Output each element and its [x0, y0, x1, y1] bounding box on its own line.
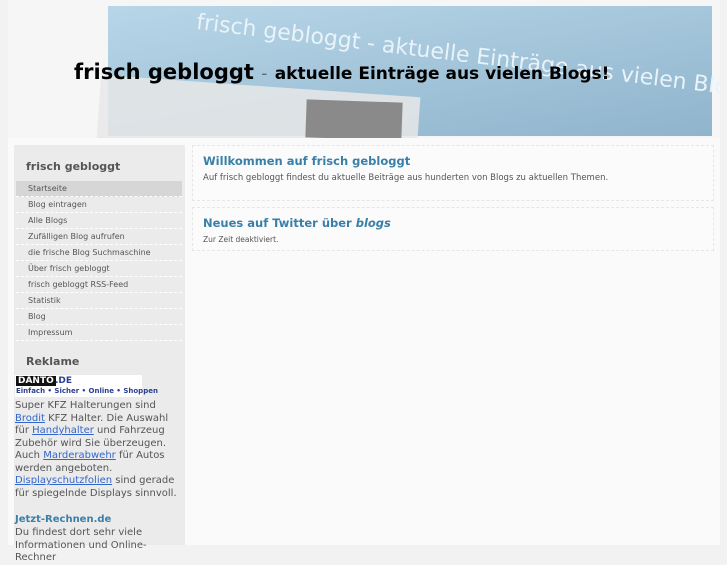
menu-item-blog[interactable]: Blog	[16, 309, 182, 325]
ad-block: DANTO .DE Einfach • Sicher • Online • Sh…	[15, 375, 183, 565]
link-brodit[interactable]: Brodit	[15, 413, 45, 424]
menu-item-startseite[interactable]: Startseite	[16, 181, 182, 197]
welcome-text: Auf frisch gebloggt findest du aktuelle …	[203, 173, 609, 183]
danto-logo[interactable]: DANTO .DE Einfach • Sicher • Online • Sh…	[15, 375, 158, 397]
logo-tld: .DE	[55, 376, 73, 386]
menu-item-ueber[interactable]: Über frisch gebloggt	[16, 261, 182, 277]
ad-heading: Reklame	[26, 355, 80, 368]
ad-text-1: Super KFZ Halterungen sind	[15, 400, 156, 411]
twitter-title: Neues auf Twitter über blogs	[203, 216, 391, 230]
link-displayschutzfolien[interactable]: Displayschutzfolien	[15, 475, 112, 486]
link-handyhalter[interactable]: Handyhalter	[32, 425, 94, 436]
sidebar: frisch gebloggt Startseite Blog eintrage…	[14, 145, 185, 563]
ad-text: Super KFZ Halterungen sind Brodit KFZ Ha…	[15, 400, 183, 500]
logo-tagline: Einfach • Sicher • Online • Shoppen	[16, 387, 158, 395]
page: frisch gebloggt - aktuelle Einträge aus …	[8, 0, 720, 563]
header: frisch gebloggt - aktuelle Einträge aus …	[8, 0, 720, 138]
logo-main: DANTO	[16, 376, 56, 386]
site-name: frisch gebloggt	[74, 60, 254, 84]
menu-item-impressum[interactable]: Impressum	[16, 325, 182, 341]
ad2-title-link[interactable]: Jetzt-Rechnen.de	[15, 514, 183, 525]
sidebar-title: frisch gebloggt	[26, 160, 121, 173]
twitter-box: Neues auf Twitter über blogs Zur Zeit de…	[192, 207, 714, 251]
twitter-status: Zur Zeit deaktiviert.	[203, 235, 279, 244]
site-title[interactable]: frisch gebloggt - aktuelle Einträge aus …	[74, 60, 609, 84]
menu-item-suchmaschine[interactable]: die frische Blog Suchmaschine	[16, 245, 182, 261]
twitter-title-text: Neues auf Twitter über	[203, 216, 356, 230]
menu-item-random-blog[interactable]: Zufälligen Blog aufrufen	[16, 229, 182, 245]
ad2-text: Du findest dort sehr viele Informationen…	[15, 527, 147, 563]
title-separator: -	[261, 64, 268, 84]
sidebar-menu: Startseite Blog eintragen Alle Blogs Zuf…	[16, 181, 182, 341]
site-subtitle: aktuelle Einträge aus vielen Blogs!	[274, 64, 610, 84]
menu-item-blog-eintragen[interactable]: Blog eintragen	[16, 197, 182, 213]
link-marderabwehr[interactable]: Marderabwehr	[43, 450, 116, 461]
menu-item-statistik[interactable]: Statistik	[16, 293, 182, 309]
welcome-box: Willkommen auf frisch gebloggt Auf frisc…	[192, 145, 714, 201]
welcome-title: Willkommen auf frisch gebloggt	[203, 154, 411, 168]
menu-item-alle-blogs[interactable]: Alle Blogs	[16, 213, 182, 229]
twitter-term: blogs	[355, 216, 391, 230]
menu-item-rss-feed[interactable]: frisch gebloggt RSS-Feed	[16, 277, 182, 293]
